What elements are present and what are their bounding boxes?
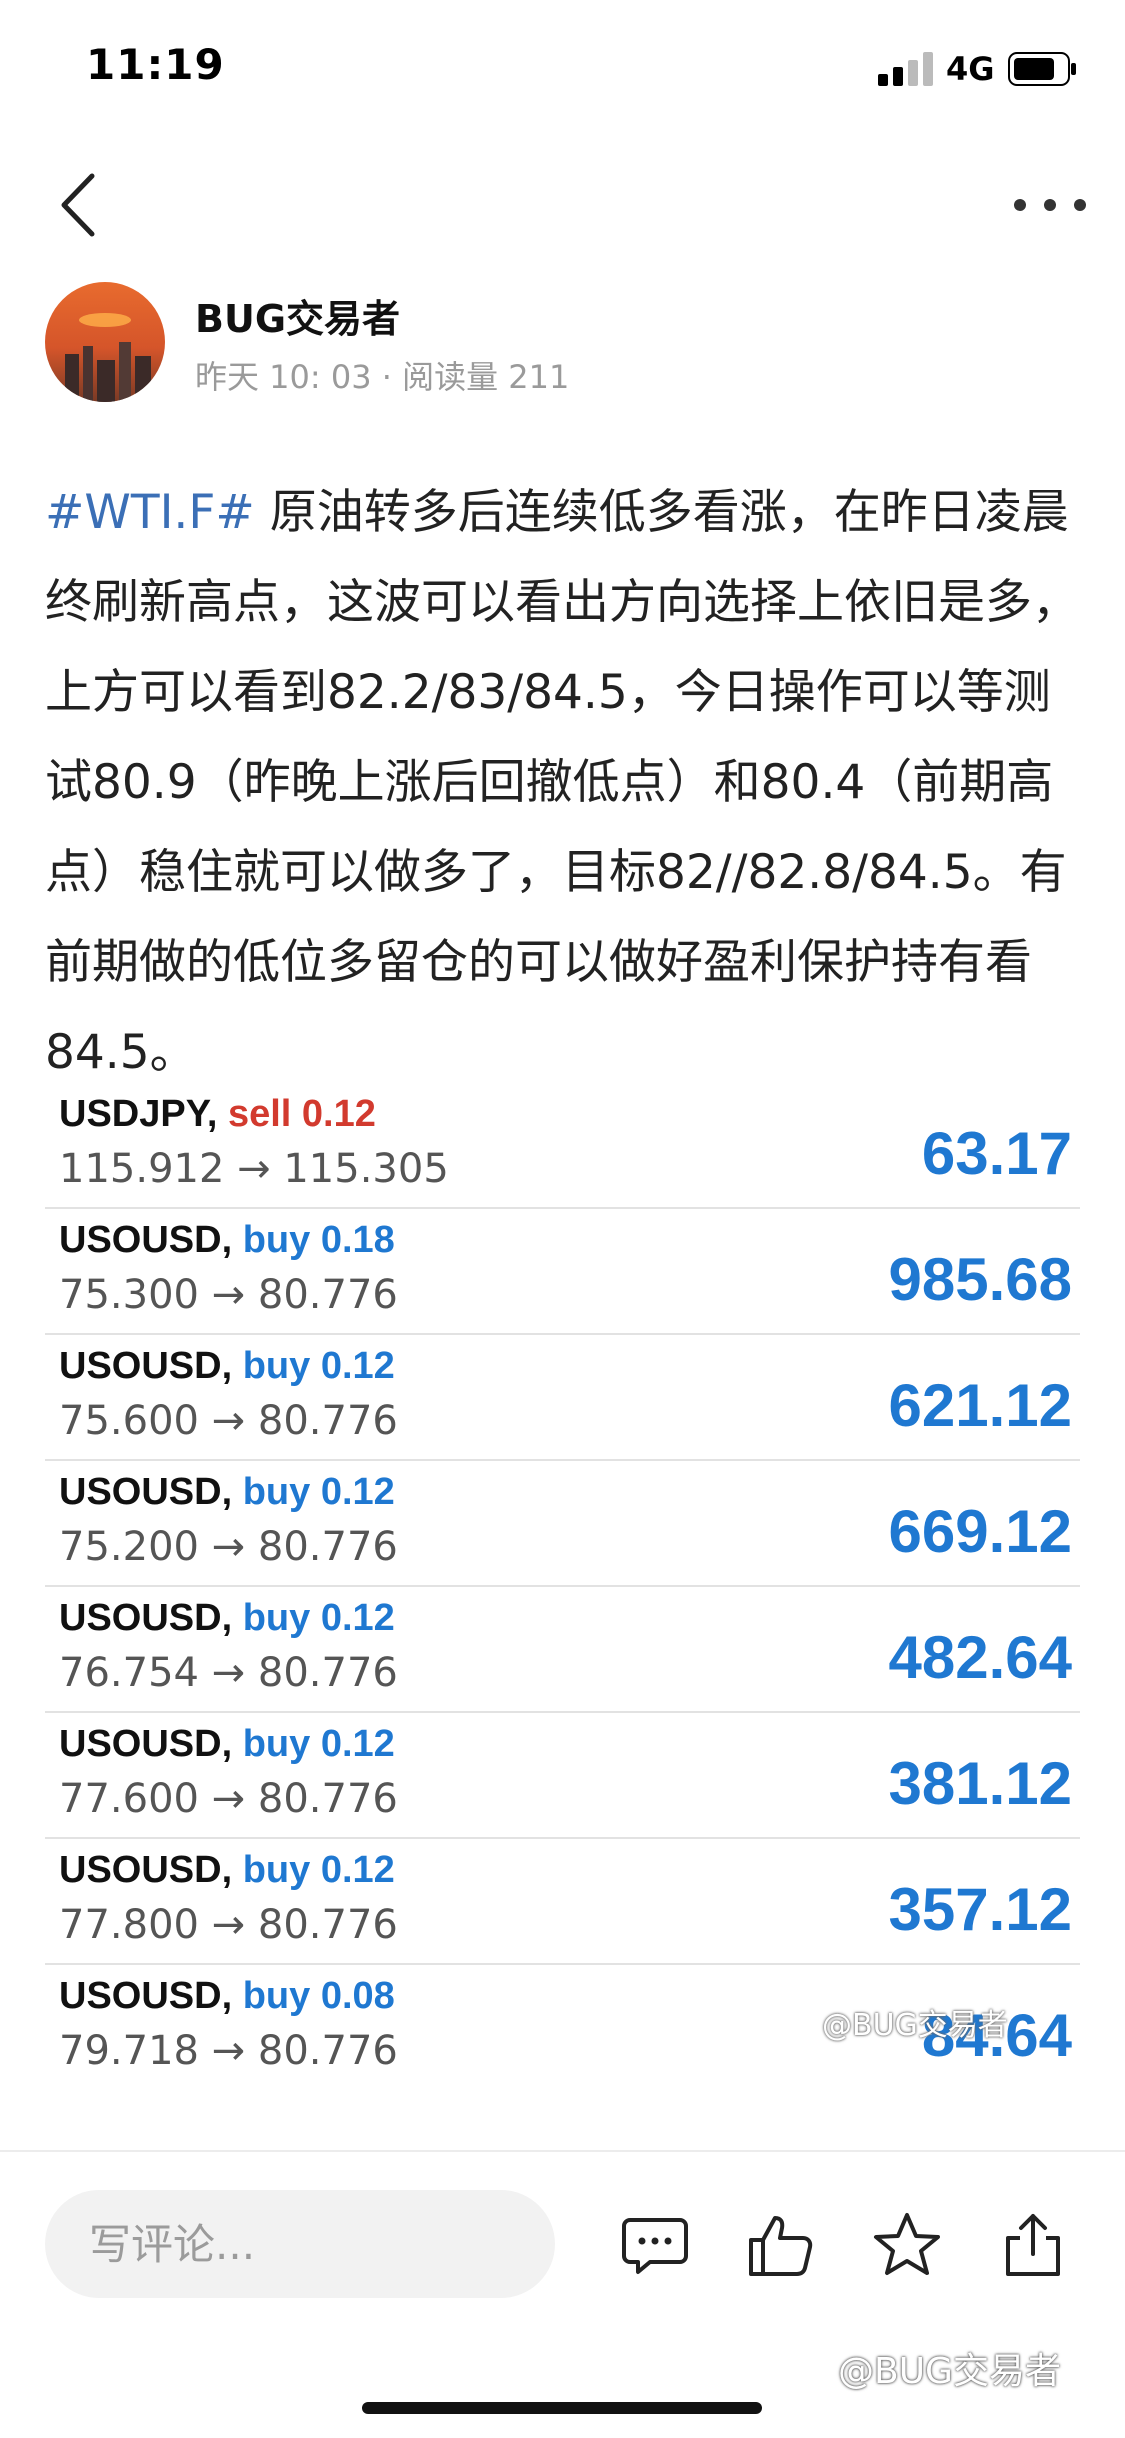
star-icon[interactable] (872, 2210, 942, 2280)
signal-icon (878, 52, 933, 86)
trade-symbol-line: USOUSD, buy 0.12 (59, 1597, 395, 1640)
trade-symbol-line: USOUSD, buy 0.18 (59, 1219, 395, 1262)
more-icon[interactable] (1010, 190, 1090, 220)
trade-prices: 77.600 → 80.776 (59, 1776, 398, 1822)
comment-input[interactable] (45, 2190, 555, 2298)
bottom-action-bar: @BUG交易者 (0, 2150, 1125, 2438)
trade-symbol: USOUSD, (59, 1723, 233, 1765)
trade-lots: 0.12 (320, 1471, 395, 1513)
trade-symbol: USOUSD, (59, 1849, 233, 1891)
trade-lots: 0.12 (320, 1723, 395, 1765)
trade-profit: 482.64 (888, 1624, 1072, 1691)
trade-symbol-line: USOUSD, buy 0.12 (59, 1471, 395, 1514)
trade-symbol: USOUSD, (59, 1219, 233, 1261)
trade-lots: 0.12 (320, 1597, 395, 1639)
author-name[interactable]: BUG交易者 (195, 288, 400, 343)
battery-icon (1008, 52, 1076, 86)
trade-side: buy (242, 1723, 311, 1765)
post-text: 原油转多后连续低多看涨，在昨日凌晨终刷新高点，这波可以看出方向选择上依旧是多，上… (45, 485, 1079, 1080)
trade-row: USDJPY, sell 0.12 115.912 → 115.305 63.1… (45, 1083, 1080, 1209)
trade-lots: 0.12 (301, 1093, 376, 1135)
trade-profit: 985.68 (888, 1246, 1072, 1313)
network-type: 4G (946, 50, 995, 88)
trade-profit: 357.12 (888, 1876, 1072, 1943)
status-bar: 11:19 4G (0, 0, 1125, 140)
trade-prices: 76.754 → 80.776 (59, 1650, 398, 1696)
home-indicator[interactable] (362, 2402, 762, 2414)
watermark: @BUG交易者 (838, 2351, 1061, 2392)
trade-prices: 75.300 → 80.776 (59, 1272, 398, 1318)
trade-symbol: USOUSD, (59, 1345, 233, 1387)
trade-side: buy (242, 1345, 311, 1387)
trade-lots: 0.08 (320, 1975, 395, 2017)
comment-icon[interactable] (620, 2210, 690, 2280)
trade-row: USOUSD, buy 0.12 77.600 → 80.776 381.12 (45, 1713, 1080, 1839)
trade-row: USOUSD, buy 0.12 75.200 → 80.776 669.12 (45, 1461, 1080, 1587)
hashtag-link[interactable]: #WTI.F# (45, 485, 255, 540)
watermark: @BUG交易者 (822, 2008, 1008, 2043)
trade-prices: 77.800 → 80.776 (59, 1902, 398, 1948)
trade-row: USOUSD, buy 0.12 75.600 → 80.776 621.12 (45, 1335, 1080, 1461)
trade-row: USOUSD, buy 0.12 76.754 → 80.776 482.64 (45, 1587, 1080, 1713)
back-icon[interactable] (54, 170, 104, 240)
trade-symbol-line: USOUSD, buy 0.12 (59, 1849, 395, 1892)
trade-symbol: USOUSD, (59, 1597, 233, 1639)
trade-prices: 115.912 → 115.305 (59, 1146, 449, 1192)
trade-symbol-line: USOUSD, buy 0.08 (59, 1975, 395, 2018)
trade-symbol-line: USOUSD, buy 0.12 (59, 1345, 395, 1388)
trade-symbol-line: USDJPY, sell 0.12 (59, 1093, 376, 1136)
trade-row: USOUSD, buy 0.12 77.800 → 80.776 357.12 (45, 1839, 1080, 1965)
trade-side: buy (242, 1219, 311, 1261)
post-meta: 昨天 10: 03 · 阅读量 211 (195, 358, 570, 396)
trade-lots: 0.12 (320, 1345, 395, 1387)
trade-profit: 381.12 (888, 1750, 1072, 1817)
status-time: 11:19 (86, 40, 225, 89)
trade-symbol-line: USOUSD, buy 0.12 (59, 1723, 395, 1766)
trade-row: USOUSD, buy 0.18 75.300 → 80.776 985.68 (45, 1209, 1080, 1335)
trade-side: buy (242, 1471, 311, 1513)
trade-symbol: USDJPY, (59, 1093, 218, 1135)
trade-side: sell (227, 1093, 292, 1135)
trade-side: buy (242, 1597, 311, 1639)
trade-profit: 63.17 (921, 1120, 1072, 1187)
trade-prices: 75.600 → 80.776 (59, 1398, 398, 1444)
trade-lots: 0.12 (320, 1849, 395, 1891)
trade-symbol: USOUSD, (59, 1975, 233, 2017)
trade-prices: 75.200 → 80.776 (59, 1524, 398, 1570)
avatar[interactable] (45, 282, 165, 402)
share-icon[interactable] (998, 2210, 1068, 2280)
trade-profit: 669.12 (888, 1498, 1072, 1565)
like-icon[interactable] (745, 2210, 815, 2280)
trade-list: USDJPY, sell 0.12 115.912 → 115.305 63.1… (45, 1083, 1080, 2089)
trade-symbol: USOUSD, (59, 1471, 233, 1513)
post-body: #WTI.F# 原油转多后连续低多看涨，在昨日凌晨终刷新高点，这波可以看出方向选… (45, 468, 1085, 1098)
trade-side: buy (242, 1849, 311, 1891)
trade-profit: 621.12 (888, 1372, 1072, 1439)
trade-side: buy (242, 1975, 311, 2017)
trade-lots: 0.18 (320, 1219, 395, 1261)
trade-prices: 79.718 → 80.776 (59, 2028, 398, 2074)
